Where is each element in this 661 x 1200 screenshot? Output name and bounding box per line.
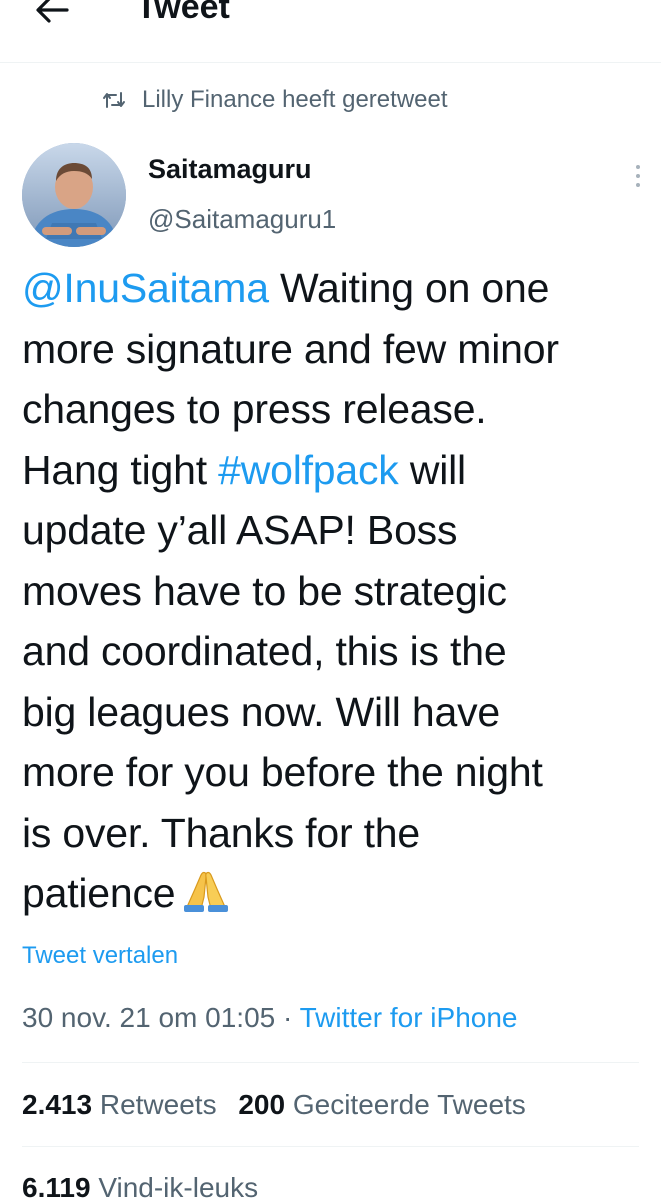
- more-dot-icon: [636, 165, 640, 169]
- quotes-stat[interactable]: 200 Geciteerde Tweets: [238, 1089, 525, 1120]
- divider: [22, 1062, 639, 1063]
- tweet-text-segment: Waiting on one: [268, 265, 550, 311]
- tweet-text-segment: changes to press release.: [22, 386, 487, 432]
- tweet-text-segment: more signature and few minor: [22, 325, 559, 372]
- tweet-text-segment: is over. Thanks for the: [22, 809, 421, 856]
- tweet-text-line: and coordinated, this is the: [22, 621, 652, 682]
- likes-row[interactable]: 6.119 Vind-ik-leuks: [22, 1172, 258, 1200]
- avatar[interactable]: [22, 143, 126, 247]
- tweet-text-segment: Hang tight: [22, 446, 219, 493]
- folded-hands-icon: [181, 867, 231, 930]
- arrow-left-icon: [36, 0, 69, 23]
- tweet-text-line: moves have to be strategic: [22, 561, 652, 622]
- tweet-text-line: is over. Thanks for the: [22, 803, 652, 864]
- quotes-label: Geciteerde Tweets: [292, 1089, 526, 1120]
- retweet-context[interactable]: Lilly Finance heeft geretweet: [102, 86, 448, 114]
- tweet-text-segment: big leagues now. Will have: [22, 688, 500, 735]
- retweets-label: Retweets: [99, 1089, 217, 1120]
- tweet-page: Tweet Lilly Finance heeft geretweet Sait…: [0, 0, 661, 1200]
- likes-label: Vind-ik-leuks: [98, 1172, 259, 1200]
- tweet-text-segment: and coordinated, this is the: [22, 628, 507, 674]
- more-dot-icon: [636, 183, 640, 187]
- retweets-stat[interactable]: 2.413 Retweets: [22, 1089, 217, 1120]
- tweet-text-segment: update y’all ASAP! Boss: [22, 507, 458, 553]
- tweet-text-line: changes to press release.: [22, 379, 652, 440]
- profile-photo: [22, 143, 126, 247]
- meta-separator: ·: [275, 1002, 300, 1033]
- retweets-count: 2.413: [22, 1089, 93, 1120]
- tweet-text-line: Hang tight #wolfpack will: [22, 440, 652, 501]
- tweet-text-segment: will: [398, 446, 466, 493]
- tweet-text-line: big leagues now. Will have: [22, 682, 652, 743]
- tweet-text-segment: patience: [22, 870, 176, 916]
- tweet-text-line: @InuSaitama Waiting on one: [22, 258, 652, 319]
- retweet-context-label: Lilly Finance heeft geretweet: [142, 86, 448, 113]
- likes-count: 6.119: [22, 1172, 91, 1200]
- author-handle[interactable]: @Saitamaguru1: [148, 204, 336, 235]
- tweet-timestamp[interactable]: 30 nov. 21 om 01:05: [22, 1002, 275, 1033]
- hashtag-link[interactable]: #wolfpack: [218, 447, 399, 493]
- tweet-text-segment: moves have to be strategic: [22, 567, 507, 614]
- stats-row: 2.413 Retweets 200 Geciteerde Tweets: [22, 1089, 526, 1121]
- divider: [22, 1146, 639, 1147]
- top-bar: Tweet: [0, 0, 661, 63]
- back-button[interactable]: [28, 0, 76, 30]
- retweet-icon: [103, 92, 125, 108]
- translate-tweet-link[interactable]: Tweet vertalen: [22, 942, 178, 970]
- more-options-button[interactable]: [626, 160, 650, 192]
- tweet-text: @InuSaitama Waiting on one more signature…: [22, 258, 652, 930]
- tweet-meta: 30 nov. 21 om 01:05 · Twitter for iPhone: [22, 1002, 517, 1034]
- tweet-text-line: more for you before the night: [22, 742, 652, 803]
- mention-link[interactable]: @InuSaitama: [22, 265, 269, 311]
- tweet-text-line: more signature and few minor: [22, 319, 652, 380]
- page-title: Tweet: [136, 0, 230, 26]
- tweet-text-segment: more for you before the night: [22, 749, 543, 795]
- tweet-text-line: update y’all ASAP! Boss: [22, 500, 652, 561]
- author-name[interactable]: Saitamaguru: [148, 154, 312, 185]
- tweet-source-link[interactable]: Twitter for iPhone: [300, 1002, 518, 1033]
- quotes-count: 200: [238, 1089, 286, 1120]
- more-dot-icon: [636, 174, 640, 178]
- tweet-text-line: patience: [22, 863, 652, 930]
